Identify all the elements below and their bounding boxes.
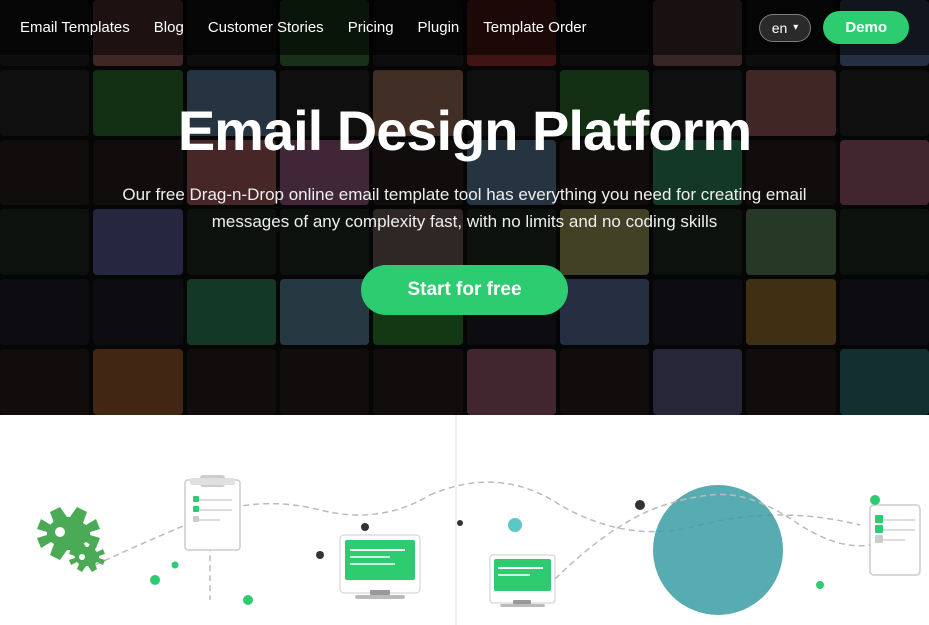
nav-blog[interactable]: Blog bbox=[154, 19, 184, 36]
lang-label: en bbox=[772, 20, 788, 36]
illustration-section bbox=[0, 415, 929, 625]
navbar: Email Templates Blog Customer Stories Pr… bbox=[0, 0, 929, 55]
nav-email-templates[interactable]: Email Templates bbox=[20, 19, 130, 36]
language-selector[interactable]: en ▾ bbox=[759, 14, 812, 42]
nav-plugin[interactable]: Plugin bbox=[418, 19, 460, 36]
hero-content: Email Design Platform Our free Drag-n-Dr… bbox=[0, 0, 929, 415]
chevron-down-icon: ▾ bbox=[793, 22, 798, 33]
hero-subtitle: Our free Drag-n-Drop online email templa… bbox=[115, 181, 815, 235]
start-free-button[interactable]: Start for free bbox=[361, 265, 567, 315]
hero-title: Email Design Platform bbox=[178, 100, 751, 162]
nav-customer-stories[interactable]: Customer Stories bbox=[208, 19, 324, 36]
illustration-svg bbox=[0, 415, 929, 625]
nav-links: Email Templates Blog Customer Stories Pr… bbox=[20, 19, 759, 36]
nav-right: en ▾ Demo bbox=[759, 11, 909, 44]
nav-pricing[interactable]: Pricing bbox=[348, 19, 394, 36]
demo-button[interactable]: Demo bbox=[823, 11, 909, 44]
nav-template-order[interactable]: Template Order bbox=[483, 19, 586, 36]
hero-section: Email Design Platform Our free Drag-n-Dr… bbox=[0, 0, 929, 415]
